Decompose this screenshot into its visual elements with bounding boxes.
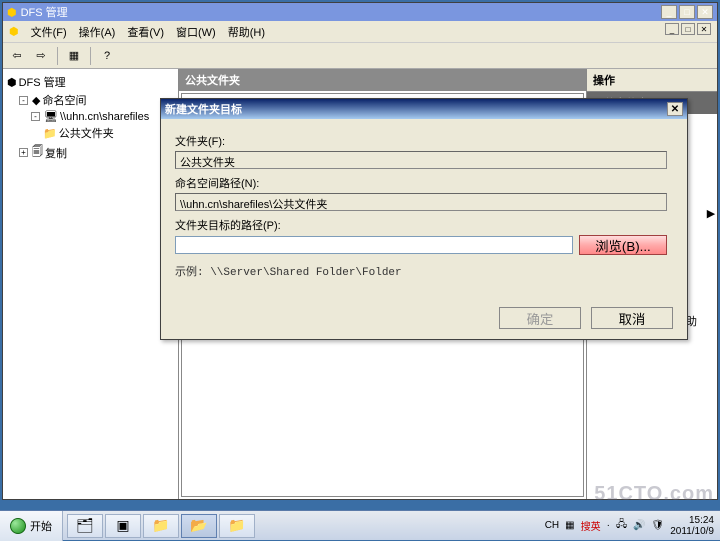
tray-network-icon[interactable]: 🖧	[616, 517, 627, 534]
mdi-restore-button[interactable]: □	[681, 23, 695, 35]
cancel-button[interactable]: 取消	[591, 307, 673, 329]
folder-icon: 📁	[43, 127, 57, 140]
toolbar-separator	[57, 47, 58, 65]
help-button[interactable]: ?	[97, 46, 117, 66]
menu-window[interactable]: 窗口(W)	[176, 24, 216, 40]
watermark: 51CTO.com	[594, 483, 714, 506]
tree-namespace-path-label: \\uhn.cn\sharefiles	[60, 111, 149, 123]
tree-namespace-label: 命名空间	[42, 92, 86, 108]
dialog-close-button[interactable]: ✕	[667, 102, 683, 116]
back-button[interactable]: ⇦	[7, 46, 27, 66]
server-icon: 🖥	[44, 110, 58, 123]
clock[interactable]: 15:24 2011/10/9	[670, 515, 714, 537]
props-button[interactable]: ▦	[64, 46, 84, 66]
menu-bar: ⬢ 文件(F) 操作(A) 查看(V) 窗口(W) 帮助(H)	[3, 21, 717, 43]
taskbar-item-dfs[interactable]: 📂	[181, 514, 217, 538]
namespace-icon: ◆	[32, 94, 40, 107]
collapse-icon[interactable]: -	[31, 112, 40, 121]
start-button[interactable]: 开始	[0, 511, 63, 541]
system-tray[interactable]: CH ▦ 搜英 · 🖧 🔊 🛡 15:24 2011/10/9	[539, 515, 720, 537]
tree-namespace[interactable]: - ◆ 命名空间	[7, 91, 174, 109]
tray-icon[interactable]: ▦	[565, 520, 574, 531]
taskbar-item-folder2[interactable]: 📁	[219, 514, 255, 538]
toolbar-separator	[90, 47, 91, 65]
app-icon: ⬢	[7, 6, 17, 19]
namespace-path-label: 命名空间路径(N):	[175, 175, 673, 191]
start-orb-icon	[10, 518, 26, 534]
taskbar[interactable]: 开始 🗂 ▣ 📁 📂 📁 CH ▦ 搜英 · 🖧 🔊 🛡 15:24 2011/…	[0, 510, 720, 540]
close-button[interactable]: ✕	[697, 5, 713, 19]
menu-view[interactable]: 查看(V)	[127, 24, 164, 40]
tree-replication[interactable]: + 🗐 复制	[7, 142, 174, 163]
folder-label: 文件夹(F):	[175, 133, 673, 149]
tree-replication-label: 复制	[45, 145, 67, 161]
clock-date: 2011/10/9	[670, 526, 714, 537]
tree-public-folder-label: 公共文件夹	[59, 125, 114, 141]
menu-file[interactable]: 文件(F)	[31, 24, 67, 40]
replication-icon: 🗐	[32, 143, 43, 162]
tree-root[interactable]: ⬢ DFS 管理	[7, 73, 174, 91]
dialog-titlebar[interactable]: 新建文件夹目标 ✕	[161, 99, 687, 119]
tree-root-label: DFS 管理	[19, 74, 66, 90]
menu-action[interactable]: 操作(A)	[79, 24, 116, 40]
namespace-path-field: \\uhn.cn\sharefiles\公共文件夹	[175, 193, 667, 211]
ok-button[interactable]: 确定	[499, 307, 581, 329]
expand-icon[interactable]: +	[19, 148, 28, 157]
new-folder-target-dialog: 新建文件夹目标 ✕ 文件夹(F): 公共文件夹 命名空间路径(N): \\uhn…	[160, 98, 688, 340]
browse-button[interactable]: 浏览(B)...	[579, 235, 667, 255]
pane-expand-arrow[interactable]: ▶	[705, 203, 717, 223]
tool-bar: ⇦ ⇨ ▦ ?	[3, 43, 717, 69]
tray-security-icon[interactable]: 🛡	[652, 520, 665, 531]
center-header: 公共文件夹	[179, 69, 586, 91]
menu-icon: ⬢	[9, 25, 19, 38]
target-path-input[interactable]	[175, 236, 573, 254]
taskbar-item-folder1[interactable]: 📁	[143, 514, 179, 538]
ime-indicator[interactable]: 搜英	[581, 518, 601, 533]
taskbar-item-explorer[interactable]: 🗂	[67, 514, 103, 538]
mdi-close-button[interactable]: ✕	[697, 23, 711, 35]
menu-help[interactable]: 帮助(H)	[228, 24, 265, 40]
minimize-button[interactable]: _	[661, 5, 677, 19]
separator-icon: ·	[607, 520, 610, 531]
forward-button[interactable]: ⇨	[31, 46, 51, 66]
maximize-button[interactable]: □	[679, 5, 695, 19]
clock-time: 15:24	[670, 515, 714, 526]
start-label: 开始	[30, 518, 52, 534]
dfs-icon: ⬢	[7, 76, 17, 89]
taskbar-item-powershell[interactable]: ▣	[105, 514, 141, 538]
tray-volume-icon[interactable]: 🔊	[633, 520, 645, 531]
window-title: DFS 管理	[21, 4, 68, 20]
actions-header: 操作	[587, 69, 717, 92]
mdi-minimize-button[interactable]: _	[665, 23, 679, 35]
collapse-icon[interactable]: -	[19, 96, 28, 105]
folder-field: 公共文件夹	[175, 151, 667, 169]
tree-pane[interactable]: ⬢ DFS 管理 - ◆ 命名空间 - 🖥 \\uhn.cn\sharefile…	[3, 69, 179, 499]
language-indicator[interactable]: CH	[545, 520, 559, 531]
target-path-label: 文件夹目标的路径(P):	[175, 217, 673, 233]
dialog-title: 新建文件夹目标	[165, 101, 242, 117]
tree-namespace-path[interactable]: - 🖥 \\uhn.cn\sharefiles	[7, 109, 174, 124]
tree-public-folder[interactable]: 📁 公共文件夹	[7, 124, 174, 142]
example-text: 示例: \\Server\Shared Folder\Folder	[175, 263, 673, 279]
window-titlebar[interactable]: ⬢ DFS 管理 _ □ ✕	[3, 3, 717, 21]
